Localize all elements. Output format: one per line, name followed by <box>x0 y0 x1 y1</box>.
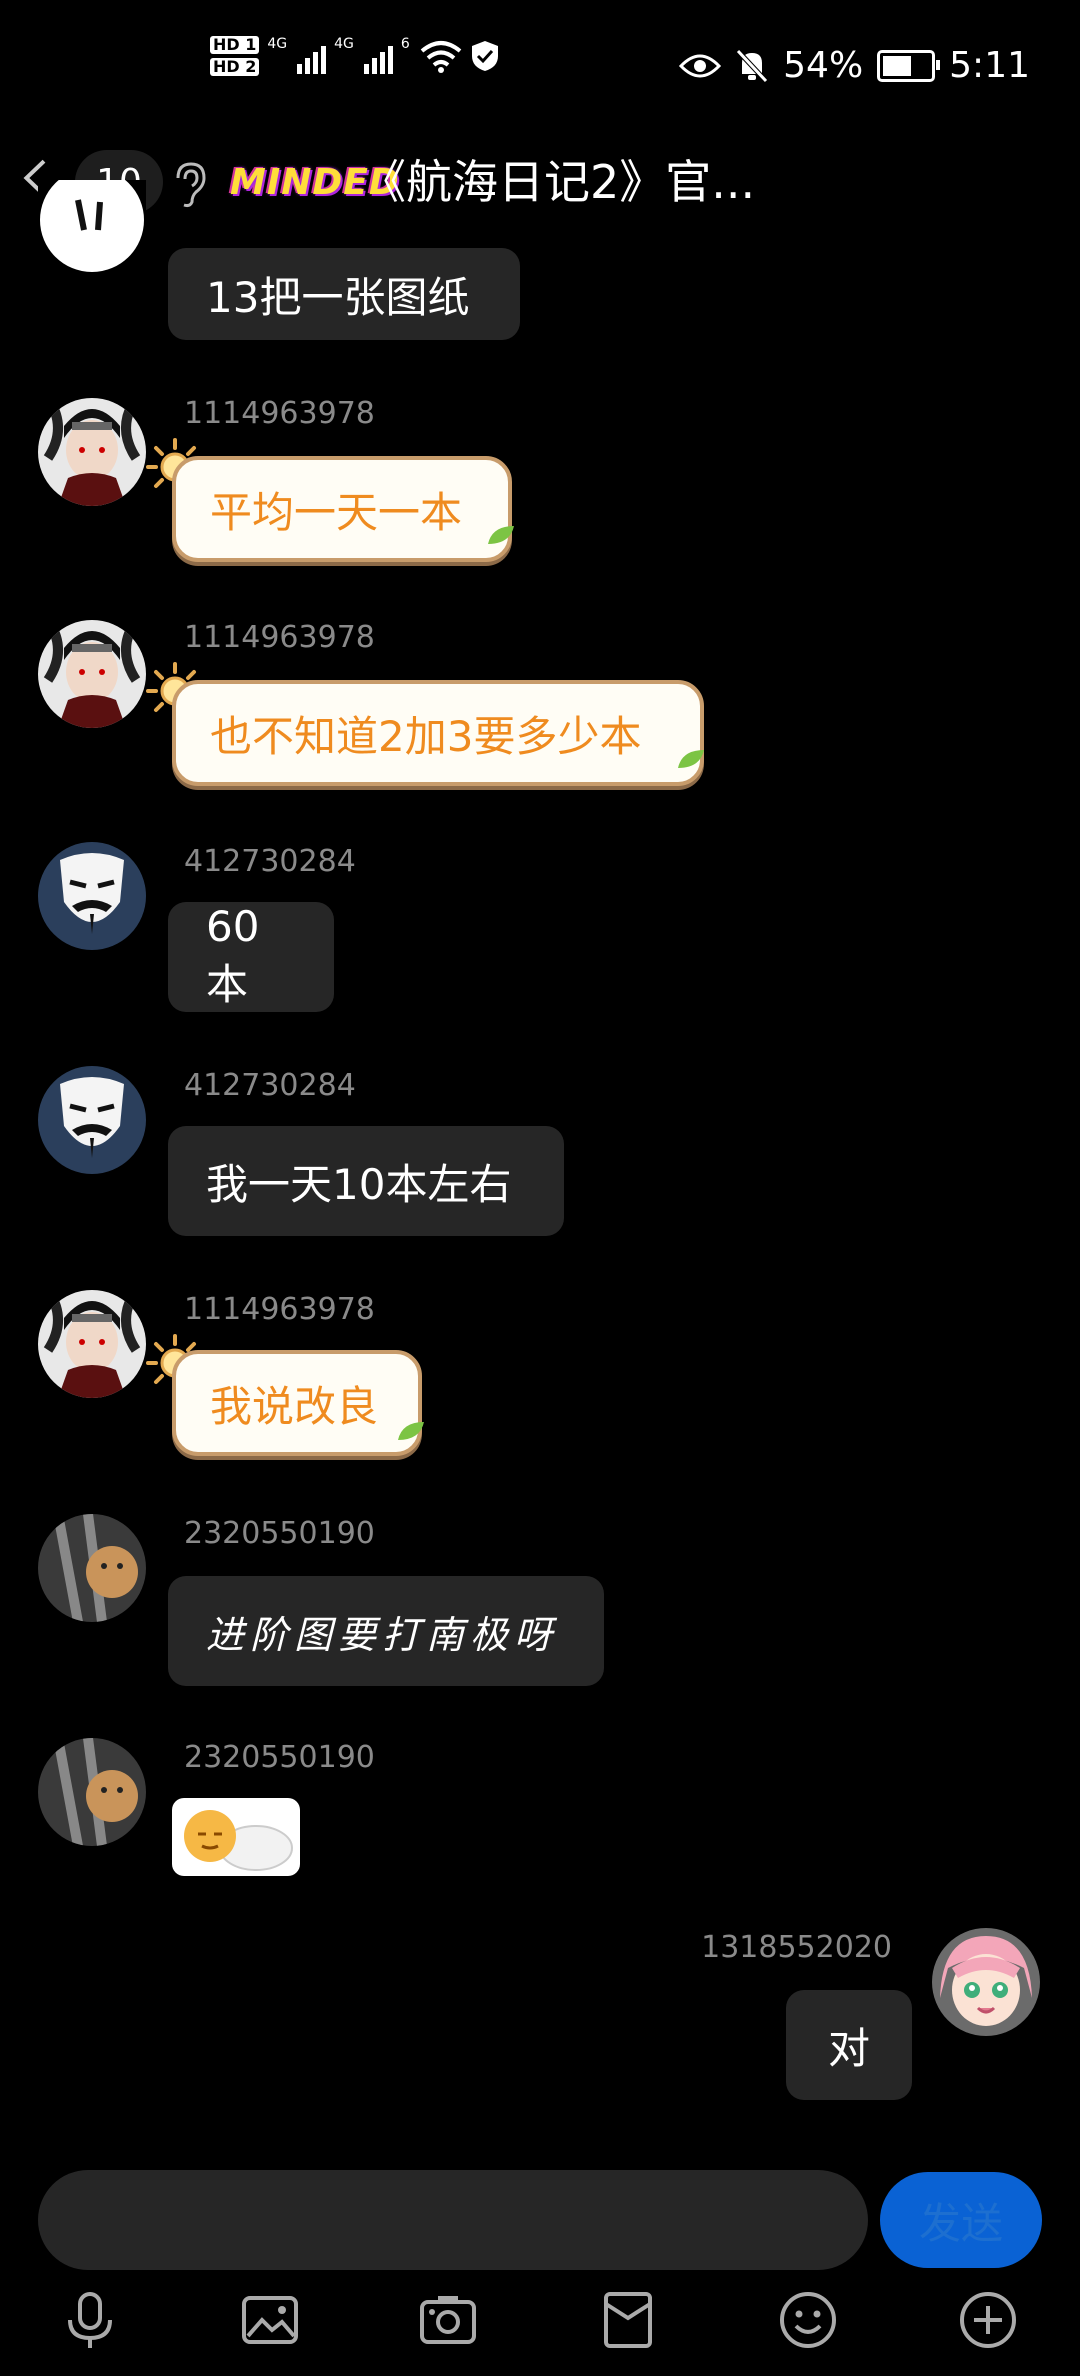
avatar[interactable] <box>38 398 146 506</box>
username[interactable]: 1114963978 <box>184 396 375 431</box>
hd-badges: HD 1 HD 2 <box>210 36 260 76</box>
vip-message-bubble[interactable]: 我说改良 <box>172 1350 422 1456</box>
status-right: 54% 5:11 <box>679 45 1030 86</box>
mute-bell-icon <box>736 48 768 83</box>
vip-message-bubble[interactable]: 也不知道2加3要多少本 <box>172 680 704 786</box>
message-input[interactable] <box>38 2170 868 2270</box>
clock: 5:11 <box>949 45 1030 86</box>
microphone-icon[interactable] <box>60 2290 120 2350</box>
signal-2-icon <box>363 38 393 74</box>
emoji-icon[interactable] <box>778 2290 838 2350</box>
signal-1-icon <box>297 38 327 74</box>
image-icon[interactable] <box>240 2290 300 2350</box>
message-bubble[interactable]: 60本 <box>168 902 334 1012</box>
username[interactable]: 2320550190 <box>184 1740 375 1775</box>
avatar[interactable] <box>38 842 146 950</box>
leaf-decoration-icon <box>488 526 514 544</box>
avatar-image <box>38 180 146 278</box>
message-bubble[interactable]: 13把一张图纸 <box>168 248 520 340</box>
status-left: HD 1 HD 2 4G 4G 6 <box>210 36 500 76</box>
avatar[interactable] <box>38 620 146 728</box>
avatar-image <box>38 1738 146 1846</box>
message-text: 我一天10本左右 <box>206 1159 512 1209</box>
status-bar: HD 1 HD 2 4G 4G 6 54% 5:11 <box>0 0 1080 140</box>
hd1-badge: HD 1 <box>210 36 260 54</box>
self-avatar[interactable] <box>932 1928 1040 2036</box>
avatar[interactable] <box>38 1066 146 1174</box>
wifi-icon <box>420 41 462 73</box>
avatar-image <box>38 1514 146 1622</box>
message-text: 60本 <box>206 902 260 1009</box>
self-message-bubble[interactable]: 对 <box>786 1990 912 2100</box>
red-packet-icon[interactable] <box>598 2290 658 2350</box>
username[interactable]: 412730284 <box>184 1068 356 1103</box>
shield-icon <box>471 41 498 71</box>
message-text: 对 <box>827 2023 870 2073</box>
vip-message-bubble[interactable]: 平均一天一本 <box>172 456 512 562</box>
avatar[interactable] <box>38 180 146 278</box>
avatar-image <box>38 1066 146 1174</box>
sticker-image[interactable] <box>172 1798 300 1876</box>
message-text: 也不知道2加3要多少本 <box>210 711 642 761</box>
message-bubble[interactable]: 我一天10本左右 <box>168 1126 564 1236</box>
battery-percent: 54% <box>783 45 864 86</box>
avatar-image <box>38 398 146 506</box>
chat-title[interactable]: 《航海日记2》官... <box>360 150 755 214</box>
avatar-image <box>932 1928 1040 2036</box>
network-type-1: 4G <box>267 36 288 52</box>
username[interactable]: 1114963978 <box>184 1292 375 1327</box>
message-bubble[interactable]: 进阶图要打南极呀 <box>168 1576 604 1686</box>
avatar[interactable] <box>38 1514 146 1622</box>
network-type-2: 4G <box>334 36 354 52</box>
leaf-decoration-icon <box>398 1422 424 1440</box>
message-text: 平均一天一本 <box>210 487 463 537</box>
message-text: 我说改良 <box>210 1381 379 1431</box>
battery-icon <box>877 49 941 82</box>
avatar-image <box>38 620 146 728</box>
wifi-label: 6 <box>400 36 410 52</box>
leaf-decoration-icon <box>678 750 704 768</box>
avatar[interactable] <box>38 1290 146 1398</box>
avatar-image <box>38 1290 146 1398</box>
avatar[interactable] <box>38 1738 146 1846</box>
eye-icon <box>679 54 722 77</box>
ear-icon[interactable] <box>172 160 208 208</box>
send-button[interactable]: 发送 <box>880 2172 1042 2268</box>
hd2-badge: HD 2 <box>210 58 260 76</box>
username[interactable]: 2320550190 <box>184 1516 375 1551</box>
username[interactable]: 412730284 <box>184 844 356 879</box>
username[interactable]: 1114963978 <box>184 620 375 655</box>
message-text: 进阶图要打南极呀 <box>206 1612 559 1657</box>
username[interactable]: 1318552020 <box>701 1930 892 1965</box>
message-text: 13把一张图纸 <box>206 272 470 322</box>
plus-icon[interactable] <box>958 2290 1018 2350</box>
avatar-image <box>38 842 146 950</box>
send-label: 发送 <box>918 2198 1003 2248</box>
camera-icon[interactable] <box>418 2290 478 2350</box>
